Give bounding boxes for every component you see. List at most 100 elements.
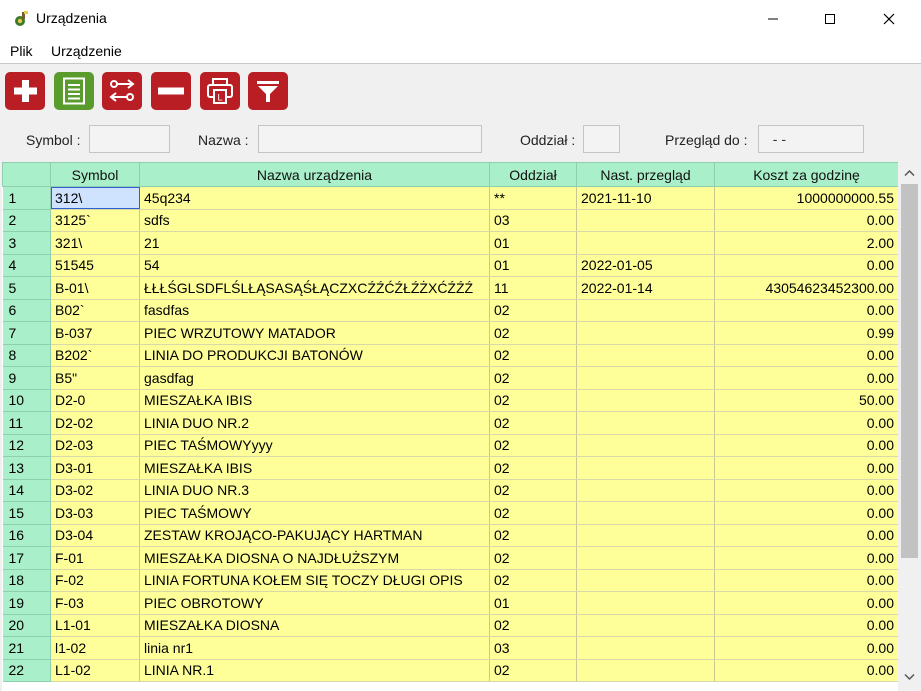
scroll-up-icon[interactable] — [904, 169, 915, 177]
oddzial-cell[interactable]: 02 — [489, 614, 577, 637]
symbol-cell[interactable]: L1-01 — [50, 614, 140, 637]
symbol-cell[interactable]: 51545 — [50, 254, 140, 277]
table-row[interactable]: 21 l1-02 linia nr1 03 0.00 — [2, 636, 898, 660]
nazwa-cell[interactable]: gasdfag — [139, 366, 490, 390]
koszt-cell[interactable]: 0.00 — [714, 209, 898, 232]
menu-plik[interactable]: Plik — [10, 43, 33, 59]
menu-urzadzenie[interactable]: Urządzenie — [51, 43, 122, 59]
oddzial-cell[interactable]: 02 — [489, 411, 577, 435]
row-number[interactable]: 13 — [2, 456, 51, 480]
vertical-scrollbar[interactable] — [898, 162, 921, 691]
table-row[interactable]: 4 51545 54 01 2022-01-05 0.00 — [2, 254, 898, 277]
filter-button[interactable] — [248, 72, 288, 110]
koszt-cell[interactable]: 0.00 — [714, 479, 898, 502]
symbol-cell[interactable]: 312\ — [50, 186, 140, 210]
nazwa-cell[interactable]: LINIA DO PRODUKCJI BATONÓW — [139, 344, 490, 367]
przeglad-cell[interactable] — [576, 366, 715, 390]
koszt-cell[interactable]: 0.00 — [714, 434, 898, 457]
row-number[interactable]: 10 — [2, 389, 51, 412]
print-button[interactable]: L — [200, 72, 240, 110]
symbol-cell[interactable]: D3-04 — [50, 524, 140, 547]
header-oddzial[interactable]: Oddział — [489, 162, 577, 187]
symbol-cell[interactable]: F-03 — [50, 591, 140, 615]
header-przeglad[interactable]: Nast. przegląd — [576, 162, 715, 187]
przeglad-cell[interactable] — [576, 524, 715, 547]
symbol-cell[interactable]: D3-03 — [50, 501, 140, 525]
table-row[interactable]: 14 D3-02 LINIA DUO NR.3 02 0.00 — [2, 479, 898, 502]
nazwa-cell[interactable]: LINIA NR.1 — [139, 659, 490, 682]
table-row[interactable]: 2 3125` sdfs 03 0.00 — [2, 209, 898, 232]
przeglad-cell[interactable]: 2021-11-10 — [576, 186, 715, 210]
symbol-cell[interactable]: L1-02 — [50, 659, 140, 682]
nazwa-cell[interactable]: 21 — [139, 231, 490, 255]
koszt-cell[interactable]: 0.00 — [714, 366, 898, 390]
row-number[interactable]: 7 — [2, 321, 51, 345]
table-row[interactable]: 6 B02` fasdfas 02 0.00 — [2, 299, 898, 322]
koszt-cell[interactable]: 0.00 — [714, 501, 898, 525]
table-row[interactable]: 17 F-01 MIESZAŁKA DIOSNA O NAJDŁUŻSZYM 02 0.… — [2, 546, 898, 570]
przeglad-cell[interactable] — [576, 591, 715, 615]
nazwa-cell[interactable]: 45q234 — [139, 186, 490, 210]
symbol-cell[interactable]: 321\ — [50, 231, 140, 255]
table-row[interactable]: 8 B202` LINIA DO PRODUKCJI BATONÓW 02 0.00 — [2, 344, 898, 367]
koszt-cell[interactable]: 0.00 — [714, 659, 898, 682]
row-number[interactable]: 17 — [2, 546, 51, 570]
row-number[interactable]: 5 — [2, 276, 51, 300]
symbol-cell[interactable]: B202` — [50, 344, 140, 367]
table-row[interactable]: 19 F-03 PIEC OBROTOWY 01 0.00 — [2, 591, 898, 615]
przeglad-cell[interactable] — [576, 344, 715, 367]
koszt-cell[interactable]: 0.00 — [714, 614, 898, 637]
oddzial-cell[interactable]: 02 — [489, 501, 577, 525]
przeglad-cell[interactable] — [576, 299, 715, 322]
oddzial-cell[interactable]: 02 — [489, 546, 577, 570]
oddzial-cell[interactable]: 02 — [489, 456, 577, 480]
oddzial-cell[interactable]: 01 — [489, 231, 577, 255]
oddzial-cell[interactable]: 02 — [489, 569, 577, 592]
header-nazwa[interactable]: Nazwa urządzenia — [139, 162, 490, 187]
details-button[interactable] — [54, 72, 94, 110]
table-row[interactable]: 20 L1-01 MIESZAŁKA DIOSNA 02 0.00 — [2, 614, 898, 637]
row-number[interactable]: 12 — [2, 434, 51, 457]
symbol-cell[interactable]: D3-02 — [50, 479, 140, 502]
przeglad-cell[interactable] — [576, 411, 715, 435]
table-row[interactable]: 10 D2-0 MIESZAŁKA IBIS 02 50.00 — [2, 389, 898, 412]
nazwa-cell[interactable]: PIEC TAŚMOWY — [139, 501, 490, 525]
oddzial-cell[interactable]: 02 — [489, 389, 577, 412]
row-number[interactable]: 21 — [2, 636, 51, 660]
przeglad-cell[interactable] — [576, 321, 715, 345]
nazwa-cell[interactable]: PIEC TAŚMOWYyyy — [139, 434, 490, 457]
row-number[interactable]: 19 — [2, 591, 51, 615]
symbol-cell[interactable]: F-02 — [50, 569, 140, 592]
koszt-cell[interactable]: 43054623452300.00 — [714, 276, 898, 300]
oddzial-cell[interactable]: 01 — [489, 591, 577, 615]
table-row[interactable]: 15 D3-03 PIEC TAŚMOWY 02 0.00 — [2, 501, 898, 525]
nazwa-cell[interactable]: linia nr1 — [139, 636, 490, 660]
row-number[interactable]: 11 — [2, 411, 51, 435]
oddzial-cell[interactable]: 02 — [489, 321, 577, 345]
row-number[interactable]: 14 — [2, 479, 51, 502]
nazwa-cell[interactable]: MIESZAŁKA IBIS — [139, 389, 490, 412]
nazwa-cell[interactable]: MIESZAŁKA DIOSNA O NAJDŁUŻSZYM — [139, 546, 490, 570]
przeglad-cell[interactable] — [576, 479, 715, 502]
scroll-down-icon[interactable] — [904, 673, 915, 681]
przeglad-cell[interactable] — [576, 546, 715, 570]
oddzial-cell[interactable]: 11 — [489, 276, 577, 300]
przeglad-cell[interactable] — [576, 434, 715, 457]
przeglad-cell[interactable] — [576, 659, 715, 682]
oddzial-cell[interactable]: 02 — [489, 434, 577, 457]
row-number[interactable]: 1 — [2, 186, 51, 210]
maximize-button[interactable] — [807, 0, 853, 38]
edit-button[interactable] — [102, 72, 142, 110]
symbol-cell[interactable]: B-01\ — [50, 276, 140, 300]
symbol-field[interactable] — [89, 125, 170, 153]
table-row[interactable]: 1 312\ 45q234 ** 2021-11-10 1000000000.55 — [2, 186, 898, 210]
oddzial-cell[interactable]: 03 — [489, 636, 577, 660]
delete-button[interactable] — [151, 72, 191, 110]
row-number[interactable]: 6 — [2, 299, 51, 322]
header-symbol[interactable]: Symbol — [50, 162, 140, 187]
row-number[interactable]: 15 — [2, 501, 51, 525]
przeglad-date-field[interactable] — [758, 125, 864, 153]
row-number[interactable]: 20 — [2, 614, 51, 637]
table-row[interactable]: 7 B-037 PIEC WRZUTOWY MATADOR 02 0.99 — [2, 321, 898, 345]
przeglad-cell[interactable] — [576, 569, 715, 592]
